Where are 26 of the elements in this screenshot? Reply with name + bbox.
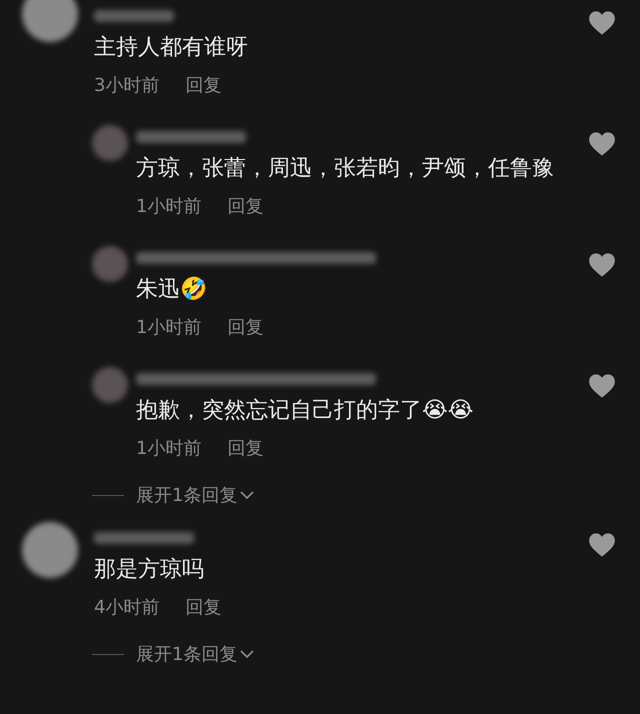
chevron-down-icon — [239, 649, 256, 659]
avatar[interactable] — [22, 0, 78, 42]
heart-icon[interactable] — [588, 10, 616, 36]
expand-replies-button[interactable]: 展开1条回复 — [136, 482, 256, 508]
timestamp: 1小时前 — [136, 195, 202, 219]
timestamp: 1小时前 — [136, 316, 202, 340]
reply-button[interactable]: 回复 — [185, 72, 222, 99]
comment-text: 抱歉，突然忘记自己打的字了😭😭 — [136, 397, 474, 425]
timestamp: 4小时前 — [94, 596, 160, 620]
comment-text: 主持人都有谁呀 — [94, 34, 248, 62]
timestamp: 1小时前 — [136, 437, 202, 461]
reply-button[interactable]: 回复 — [227, 314, 264, 341]
heart-icon[interactable] — [588, 252, 616, 278]
heart-icon[interactable] — [588, 131, 616, 157]
chevron-down-icon — [239, 490, 256, 500]
heart-icon[interactable] — [588, 373, 616, 399]
timestamp: 3小时前 — [94, 74, 160, 98]
reply-button[interactable]: 回复 — [227, 193, 264, 220]
expand-replies-button[interactable]: 展开1条回复 — [136, 640, 256, 668]
heart-icon[interactable] — [588, 532, 616, 558]
reply-button[interactable]: 回复 — [227, 435, 264, 462]
reply-button[interactable]: 回复 — [185, 594, 222, 621]
comment-text: 方琼，张蕾，周迅，张若昀，尹颂，任鲁豫 — [136, 155, 554, 183]
comment-text: 朱迅🤣 — [136, 276, 207, 304]
avatar[interactable] — [22, 522, 78, 578]
comment-text: 那是方琼吗 — [94, 556, 204, 584]
